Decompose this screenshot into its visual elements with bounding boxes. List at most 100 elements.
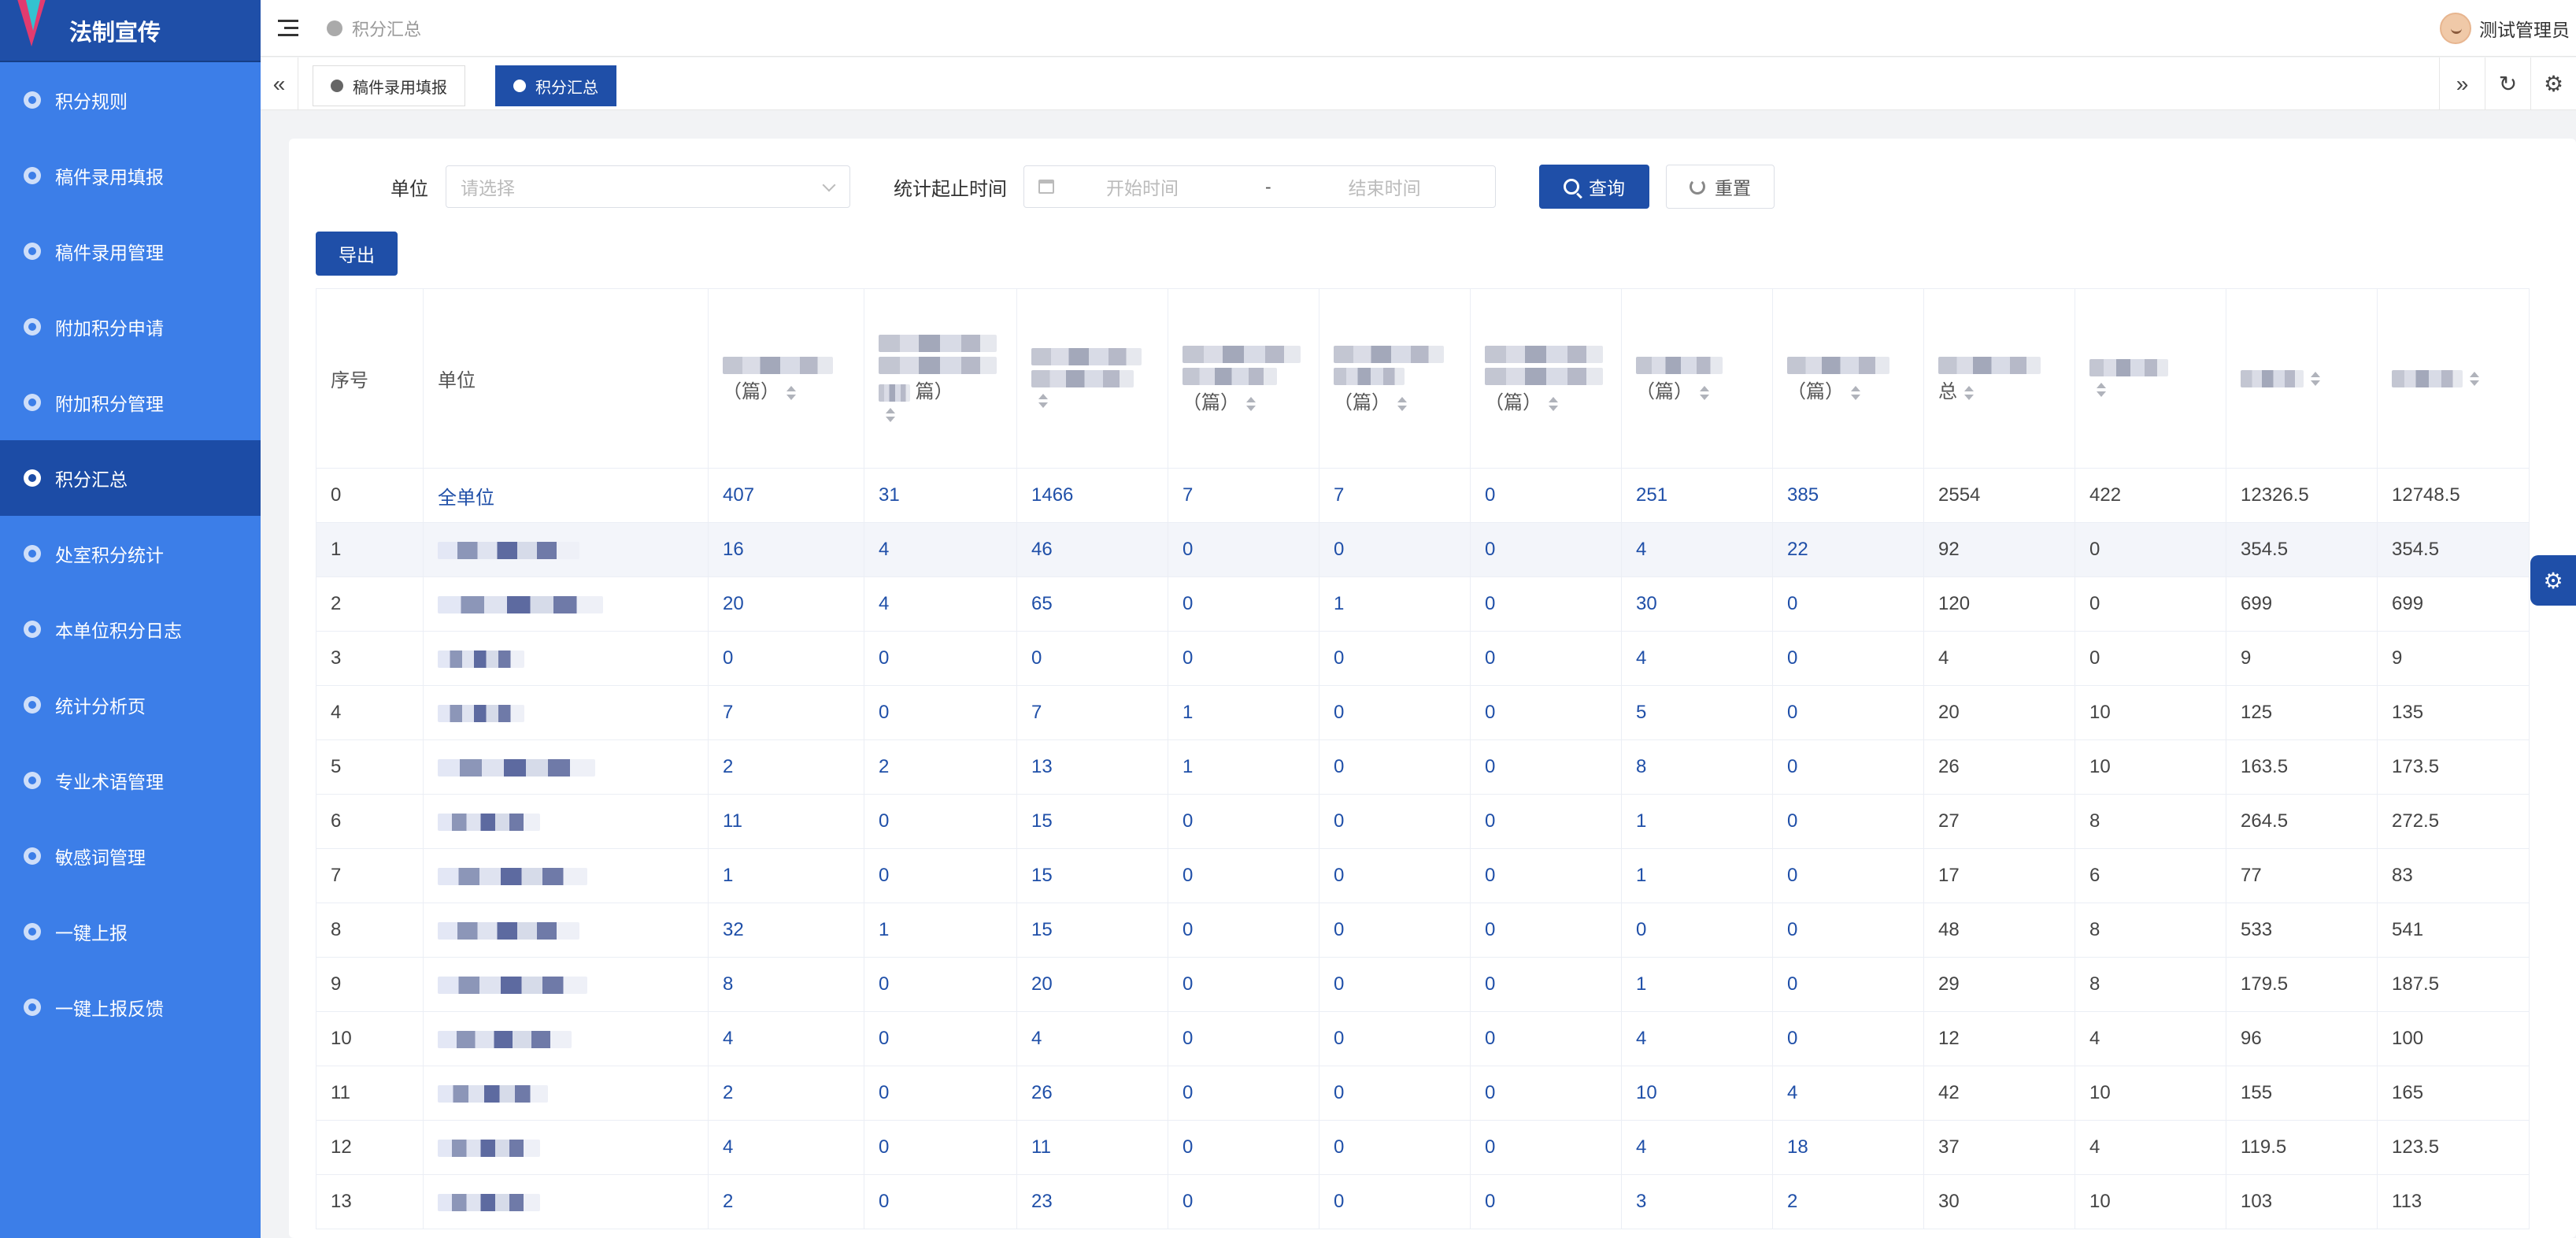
cell-value[interactable]: 0 xyxy=(1470,739,1622,795)
header-col-5[interactable]: （篇） xyxy=(1319,288,1471,469)
cell-value[interactable]: 0 xyxy=(1168,631,1319,686)
cell-value[interactable]: 1 xyxy=(1168,739,1319,795)
header-col-9[interactable]: 总 xyxy=(1923,288,2075,469)
cell-value[interactable]: 0 xyxy=(1470,1011,1622,1066)
cell-value[interactable]: 7 xyxy=(1016,685,1168,740)
sort-icon[interactable] xyxy=(2310,370,2321,387)
sort-icon[interactable] xyxy=(1245,395,1257,413)
cell-value[interactable]: 0 xyxy=(1168,903,1319,958)
cell-value[interactable]: 15 xyxy=(1016,903,1168,958)
tab-score-summary[interactable]: 积分汇总 xyxy=(495,65,616,106)
cell-value[interactable]: 31 xyxy=(864,468,1017,523)
cell-value[interactable]: 0 xyxy=(864,685,1017,740)
cell-value[interactable]: 407 xyxy=(708,468,864,523)
sidebar-item-one-click-report[interactable]: 一键上报 xyxy=(0,894,261,969)
header-col-4[interactable]: （篇） xyxy=(1168,288,1319,469)
cell-value[interactable]: 4 xyxy=(1621,1120,1773,1175)
cell-value[interactable]: 0 xyxy=(1168,957,1319,1012)
cell-value[interactable]: 3 xyxy=(1621,1174,1773,1229)
export-button[interactable]: 导出 xyxy=(316,232,398,276)
cell-value[interactable]: 8 xyxy=(708,957,864,1012)
cell-value[interactable]: 0 xyxy=(1772,903,1924,958)
cell-value[interactable]: 4 xyxy=(1621,522,1773,577)
cell-value[interactable]: 0 xyxy=(1319,685,1471,740)
sidebar-item-terms[interactable]: 专业术语管理 xyxy=(0,743,261,818)
cell-value[interactable]: 7 xyxy=(708,685,864,740)
cell-value[interactable]: 385 xyxy=(1772,468,1924,523)
cell-value[interactable]: 22 xyxy=(1772,522,1924,577)
sort-icon[interactable] xyxy=(1548,395,1559,413)
gear-icon[interactable]: ⚙ xyxy=(2530,57,2576,110)
sidebar-item-analysis[interactable]: 统计分析页 xyxy=(0,667,261,743)
cell-value[interactable]: 0 xyxy=(1470,631,1622,686)
sort-icon[interactable] xyxy=(2469,370,2480,387)
cell-value[interactable]: 0 xyxy=(1470,468,1622,523)
cell-value[interactable]: 0 xyxy=(1168,1011,1319,1066)
cell-value[interactable]: 8 xyxy=(1621,739,1773,795)
cell-value[interactable]: 0 xyxy=(1772,848,1924,903)
tabs-scroll-right-icon[interactable]: » xyxy=(2439,57,2485,110)
sidebar-item-report-feedback[interactable]: 一键上报反馈 xyxy=(0,969,261,1045)
cell-value[interactable]: 0 xyxy=(1168,576,1319,632)
sidebar-item-office-stats[interactable]: 处室积分统计 xyxy=(0,516,261,591)
sidebar-item-manuscript-fill[interactable]: 稿件录用填报 xyxy=(0,138,261,213)
cell-value[interactable]: 0 xyxy=(1470,685,1622,740)
cell-value[interactable]: 0 xyxy=(1470,848,1622,903)
cell-value[interactable]: 0 xyxy=(708,631,864,686)
cell-value[interactable]: 0 xyxy=(1168,1120,1319,1175)
sidebar-item-unit-log[interactable]: 本单位积分日志 xyxy=(0,591,261,667)
cell-value[interactable]: 26 xyxy=(1016,1066,1168,1121)
query-button[interactable]: 查询 xyxy=(1539,165,1649,209)
cell-value[interactable]: 4 xyxy=(864,576,1017,632)
end-date-input[interactable]: 结束时间 xyxy=(1349,173,1421,200)
cell-value[interactable]: 4 xyxy=(1016,1011,1168,1066)
cell-value[interactable]: 0 xyxy=(1016,631,1168,686)
sidebar-item-sensitive-words[interactable]: 敏感词管理 xyxy=(0,818,261,894)
header-col-2[interactable]: 篇） xyxy=(864,288,1017,469)
cell-value[interactable]: 0 xyxy=(1319,848,1471,903)
cell-value[interactable]: 0 xyxy=(1319,794,1471,849)
cell-value[interactable]: 0 xyxy=(1470,957,1622,1012)
sort-icon[interactable] xyxy=(1699,384,1710,402)
cell-value[interactable]: 0 xyxy=(1168,794,1319,849)
cell-value[interactable]: 0 xyxy=(864,1174,1017,1229)
cell-value[interactable]: 0 xyxy=(864,957,1017,1012)
cell-value[interactable]: 0 xyxy=(1470,903,1622,958)
cell-value[interactable]: 0 xyxy=(1470,1174,1622,1229)
cell-value[interactable]: 0 xyxy=(1470,794,1622,849)
cell-value[interactable]: 0 xyxy=(1470,1066,1622,1121)
refresh-icon[interactable]: ↻ xyxy=(2485,57,2530,110)
cell-value[interactable]: 1 xyxy=(1621,957,1773,1012)
cell-value[interactable]: 32 xyxy=(708,903,864,958)
cell-value[interactable]: 2 xyxy=(864,739,1017,795)
cell-value[interactable]: 2 xyxy=(1772,1174,1924,1229)
header-col-7[interactable]: （篇） xyxy=(1621,288,1773,469)
cell-value[interactable]: 1 xyxy=(1168,685,1319,740)
cell-value[interactable]: 0 xyxy=(1319,1174,1471,1229)
cell-value[interactable]: 0 xyxy=(1168,1174,1319,1229)
cell-value[interactable]: 46 xyxy=(1016,522,1168,577)
sort-icon[interactable] xyxy=(1963,384,1975,402)
cell-value[interactable]: 20 xyxy=(1016,957,1168,1012)
tab-manuscript-fill[interactable]: 稿件录用填报 xyxy=(313,65,465,106)
sort-icon[interactable] xyxy=(1850,384,1861,402)
cell-value[interactable]: 5 xyxy=(1621,685,1773,740)
cell-value[interactable]: 0 xyxy=(1772,576,1924,632)
cell-value[interactable]: 0 xyxy=(864,1011,1017,1066)
cell-value[interactable]: 4 xyxy=(708,1120,864,1175)
sidebar-item-extra-apply[interactable]: 附加积分申请 xyxy=(0,289,261,365)
cell-value[interactable]: 1 xyxy=(1621,794,1773,849)
cell-unit[interactable]: 全单位 xyxy=(423,468,709,523)
sidebar-item-score-rules[interactable]: 积分规则 xyxy=(0,62,261,138)
cell-value[interactable]: 0 xyxy=(1470,1120,1622,1175)
date-range-picker[interactable]: 开始时间 - 结束时间 xyxy=(1023,165,1496,208)
menu-toggle-icon[interactable] xyxy=(278,19,298,37)
cell-value[interactable]: 0 xyxy=(1319,1120,1471,1175)
cell-value[interactable]: 18 xyxy=(1772,1120,1924,1175)
cell-value[interactable]: 0 xyxy=(864,1066,1017,1121)
cell-value[interactable]: 1 xyxy=(864,903,1017,958)
cell-value[interactable]: 4 xyxy=(864,522,1017,577)
sort-icon[interactable] xyxy=(1397,395,1408,413)
header-col-11[interactable] xyxy=(2226,288,2378,469)
cell-value[interactable]: 11 xyxy=(708,794,864,849)
